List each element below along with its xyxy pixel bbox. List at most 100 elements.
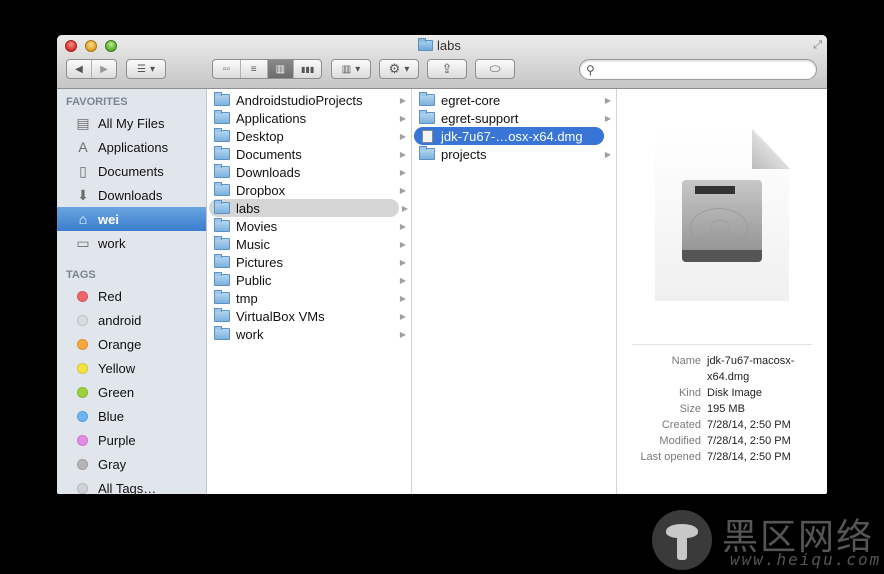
tags-button[interactable]: ⬭ (475, 59, 515, 79)
item-label: projects (441, 146, 487, 162)
forward-icon: ▶ (100, 63, 108, 75)
list-item[interactable]: projects ▶ (412, 145, 616, 163)
item-label: Documents (236, 146, 302, 162)
divider (632, 344, 812, 345)
sidebar-tag-blue[interactable]: Blue (57, 404, 206, 428)
list-item[interactable]: Movies ▶ (207, 217, 411, 235)
sidebar-tag-red[interactable]: Red (57, 284, 206, 308)
sidebar-item-documents[interactable]: ▯ Documents (57, 159, 206, 183)
list-item[interactable]: Documents ▶ (207, 145, 411, 163)
sidebar-tag-alltags[interactable]: All Tags… (57, 476, 206, 494)
item-label: AndroidstudioProjects (236, 92, 363, 108)
item-label: Public (236, 272, 272, 288)
list-item[interactable]: work ▶ (207, 325, 411, 343)
watermark: 黑区网络 www.heiqu.com (652, 508, 882, 570)
disclosure-arrow-icon: ▶ (604, 113, 611, 123)
action-button[interactable]: ⚙ ▾ (379, 59, 419, 79)
sidebar-item-downloads[interactable]: ⬇ Downloads (57, 183, 206, 207)
item-label: Desktop (236, 128, 284, 144)
tag-color-icon (77, 338, 88, 350)
column-labs-list: egret-core ▶ egret-support ▶ jdk-7u67-…osx-x… (412, 89, 616, 163)
search-field[interactable]: ⚲ (579, 59, 817, 80)
search-input[interactable] (600, 62, 809, 78)
list-view-button[interactable]: ≡ (241, 60, 268, 78)
list-item[interactable]: Desktop ▶ (207, 127, 411, 145)
favorites-header: FAVORITES (66, 96, 128, 108)
columns-icon: ▥ (275, 63, 286, 75)
item-label: egret-support (441, 110, 519, 126)
all-files-icon: ▤ (76, 114, 90, 131)
disclosure-arrow-icon: ▶ (399, 113, 406, 123)
list-item[interactable]: labs ▶ (209, 199, 408, 217)
modified-label: Modified (659, 435, 701, 447)
folder-icon (214, 92, 230, 106)
list-item[interactable]: jdk-7u67-…osx-x64.dmg (414, 127, 604, 145)
sidebar-item-label: All My Files (98, 115, 165, 131)
sidebar-item-wei[interactable]: ⌂ wei (57, 207, 206, 231)
close-button[interactable] (65, 40, 77, 52)
last-opened-value: 7/28/14, 2:50 PM (707, 451, 791, 463)
column-view-button[interactable]: ▥ (267, 60, 295, 78)
sidebar-tag-green[interactable]: Green (57, 380, 206, 404)
minimize-button[interactable] (85, 40, 97, 52)
item-label: Movies (236, 218, 278, 234)
sidebar-tag-label: android (98, 312, 142, 328)
hard-disk-icon (682, 180, 762, 262)
coverflow-view-button[interactable]: ▮▮▮ (294, 60, 321, 78)
share-button[interactable]: ⇪ (427, 59, 467, 79)
folder-icon (214, 164, 230, 178)
list-item[interactable]: Dropbox ▶ (207, 181, 411, 199)
sidebar-tag-label: Blue (98, 408, 125, 424)
list-item[interactable]: Public ▶ (207, 271, 411, 289)
forward-button[interactable]: ▶ (92, 60, 116, 78)
modified-value: 7/28/14, 2:50 PM (707, 435, 791, 447)
disclosure-arrow-icon: ▶ (604, 95, 611, 105)
size-value: 195 MB (707, 403, 745, 415)
folder-icon (214, 182, 230, 196)
folder-icon (214, 218, 230, 232)
list-item[interactable]: egret-support ▶ (412, 109, 616, 127)
sidebar-tag-purple[interactable]: Purple (57, 428, 206, 452)
sidebar-item-applications[interactable]: A Applications (57, 135, 206, 159)
list-item[interactable]: egret-core ▶ (412, 91, 616, 109)
title-bar: labs ⤢ ◀ ▶ ☰ ▾ ▫▫ ≡ ▥ ▮▮▮ ▥ ▾ ⚙ ▾ ⇪ ⬭ ⚲ (57, 35, 827, 89)
item-label: Dropbox (236, 182, 286, 198)
fullscreen-icon[interactable]: ⤢ (813, 39, 822, 52)
sidebar-tag-yellow[interactable]: Yellow (57, 356, 206, 380)
folder-icon (214, 110, 230, 124)
sidebar-tag-android[interactable]: android (57, 308, 206, 332)
list-item[interactable]: VirtualBox VMs ▶ (207, 307, 411, 325)
sidebar-tag-orange[interactable]: Orange (57, 332, 206, 356)
disclosure-arrow-icon: ▶ (604, 149, 611, 159)
icon-view-button[interactable]: ▫▫ (213, 60, 241, 78)
arrangement-button[interactable]: ▥ ▾ (331, 59, 371, 79)
list-item[interactable]: Pictures ▶ (207, 253, 411, 271)
folder-icon: ▭ (76, 234, 90, 251)
arrange-button[interactable]: ☰ ▾ (126, 59, 166, 79)
disclosure-arrow-icon: ▶ (399, 95, 406, 105)
zoom-button[interactable] (105, 40, 117, 52)
folder-icon (419, 110, 435, 124)
size-label: Size (679, 403, 701, 415)
list-item[interactable]: AndroidstudioProjects ▶ (207, 91, 411, 109)
sidebar-tag-gray[interactable]: Gray (57, 452, 206, 476)
list-item[interactable]: Applications ▶ (207, 109, 411, 127)
chevron-down-icon: ▾ (404, 63, 410, 75)
sidebar-item-label: Downloads (98, 187, 163, 203)
name-value: jdk-7u67-macosx-x64.dmg (707, 355, 795, 383)
created-label: Created (661, 419, 701, 431)
list-item[interactable]: tmp ▶ (207, 289, 411, 307)
sidebar-item-work[interactable]: ▭ work (57, 231, 206, 255)
list-item[interactable]: Downloads ▶ (207, 163, 411, 181)
sidebar-tag-label: Red (98, 288, 122, 304)
back-button[interactable]: ◀ (67, 60, 92, 78)
disclosure-arrow-icon: ▶ (399, 185, 406, 195)
folder-icon (214, 272, 230, 286)
chevron-down-icon: ▾ (149, 63, 155, 75)
list-item[interactable]: Music ▶ (207, 235, 411, 253)
folder-icon (214, 308, 230, 322)
folder-icon (214, 200, 230, 214)
sidebar-item-all-my-files[interactable]: ▤ All My Files (57, 111, 206, 135)
window-title: labs (418, 38, 461, 53)
item-label: Music (236, 236, 270, 252)
